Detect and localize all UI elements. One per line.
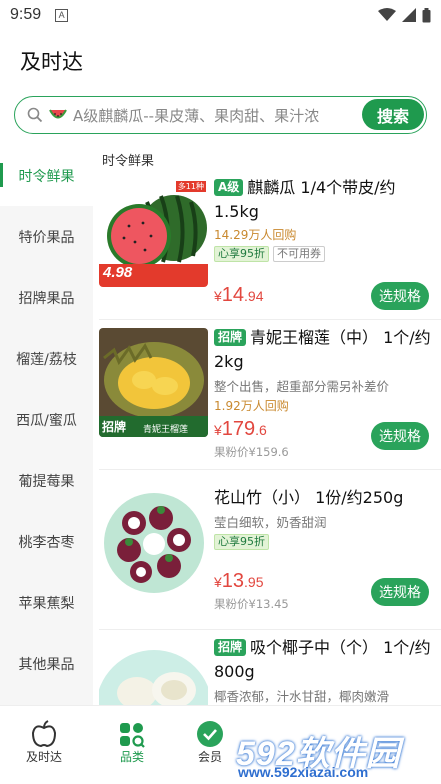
wifi-icon: [378, 8, 396, 21]
tab-label: 及时达: [25, 750, 62, 764]
watermark: 592软件园 www.592xiazai.com: [216, 726, 441, 784]
category-grid-icon: [120, 723, 145, 748]
choose-spec-button[interactable]: 选规格: [371, 282, 429, 310]
product-price: ¥14.94: [214, 284, 264, 306]
sidebar-item-grape-berry[interactable]: 葡提莓果: [0, 450, 93, 511]
tab-label: 品类: [119, 750, 144, 764]
grade-tag: A级: [214, 179, 244, 196]
product-card[interactable]: 花山竹（小） 1份/约250g 莹白细软，奶香甜润 心享95折 ¥13.95 果…: [93, 480, 441, 630]
product-desc: 椰香浓郁，汁水甘甜，椰肉嫩滑: [214, 689, 390, 704]
member-price: 果粉价¥159.6: [214, 445, 289, 459]
tab-category[interactable]: 品类: [102, 714, 162, 765]
sidebar-item-durian-lychee[interactable]: 榴莲/荔枝: [0, 328, 93, 389]
sidebar-item-special[interactable]: 特价果品: [0, 206, 93, 267]
page-title: 及时达: [20, 50, 83, 74]
status-bar: 9:59 A: [0, 0, 441, 30]
product-card[interactable]: 招牌 吸个椰子中（个） 1个/约800g 椰香浓郁，汁水甘甜，椰肉嫩滑: [93, 630, 441, 705]
product-sold: 14.29万人回购: [214, 228, 297, 242]
product-sold: 1.92万人回购: [214, 399, 289, 413]
apple-icon: [31, 720, 57, 748]
sidebar-item-melon[interactable]: 西瓜/蜜瓜: [0, 389, 93, 450]
member-discount-badge: 心享95折: [214, 246, 269, 262]
choose-spec-button[interactable]: 选规格: [371, 578, 429, 606]
member-discount-badge: 心享95折: [214, 534, 269, 550]
watermark-url: www.592xiazai.com: [238, 764, 369, 780]
product-list[interactable]: 4.98 多11种 A级 麒麟瓜 1/4个带皮/约1.5kg 14.29万人回购 …: [93, 170, 441, 705]
sidebar-item-other[interactable]: 其他果品: [0, 633, 93, 694]
search-button[interactable]: 搜索: [362, 99, 424, 130]
product-corner-tag: 多11种: [175, 181, 206, 192]
product-image: [99, 488, 208, 597]
product-sticker: 4.98: [103, 264, 133, 281]
search-icon: [27, 107, 43, 123]
member-price: 果粉价¥13.45: [214, 597, 289, 611]
product-image: 招牌 青妮王榴莲: [99, 328, 208, 437]
section-title: 时令鲜果: [102, 154, 155, 169]
signature-tag: 招牌: [214, 329, 247, 346]
status-a-icon: A: [55, 8, 69, 22]
product-price: ¥179.6: [214, 418, 267, 440]
product-image-caption: 青妮王榴莲: [143, 425, 189, 435]
product-name: 青妮王榴莲（中） 1个/约2kg: [214, 328, 431, 371]
search-input[interactable]: A级麒麟瓜--果皮薄、果肉甜、果汁浓: [73, 105, 373, 126]
product-card[interactable]: 招牌 青妮王榴莲 招牌 青妮王榴莲（中） 1个/约2kg 整个出售，超重部分需另补…: [93, 320, 441, 470]
product-card[interactable]: 4.98 多11种 A级 麒麟瓜 1/4个带皮/约1.5kg 14.29万人回购 …: [93, 170, 441, 320]
product-desc: 莹白细软，奶香甜润: [214, 515, 327, 530]
product-desc: 整个出售，超重部分需另补差价: [214, 379, 390, 394]
search-bar[interactable]: A级麒麟瓜--果皮薄、果肉甜、果汁浓 搜索: [14, 96, 427, 134]
product-image: 4.98 多11种: [99, 178, 208, 287]
product-name: 吸个椰子中（个） 1个/约800g: [214, 638, 431, 681]
watermelon-icon: [49, 109, 67, 119]
sidebar-item-signature[interactable]: 招牌果品: [0, 267, 93, 328]
category-sidebar: 时令鲜果 特价果品 招牌果品 榴莲/荔枝 西瓜/蜜瓜 葡提莓果 桃李杏枣 苹果蕉…: [0, 145, 93, 705]
divider: [99, 469, 441, 470]
signal-icon: [402, 8, 416, 22]
no-coupon-badge: 不可用券: [273, 246, 325, 262]
product-price: ¥13.95: [214, 570, 264, 592]
sidebar-item-seasonal[interactable]: 时令鲜果: [0, 145, 93, 206]
signature-image-badge: 招牌: [102, 420, 127, 434]
product-image: [99, 638, 208, 705]
status-time: 9:59: [10, 6, 42, 23]
tab-home[interactable]: 及时达: [14, 714, 74, 765]
product-name: 花山竹（小） 1份/约250g: [214, 488, 404, 507]
signature-tag: 招牌: [214, 639, 247, 656]
sidebar-item-apple-pear[interactable]: 苹果蕉梨: [0, 572, 93, 633]
sidebar-item-peach-plum[interactable]: 桃李杏枣: [0, 511, 93, 572]
choose-spec-button[interactable]: 选规格: [371, 422, 429, 450]
battery-icon: [422, 7, 431, 22]
